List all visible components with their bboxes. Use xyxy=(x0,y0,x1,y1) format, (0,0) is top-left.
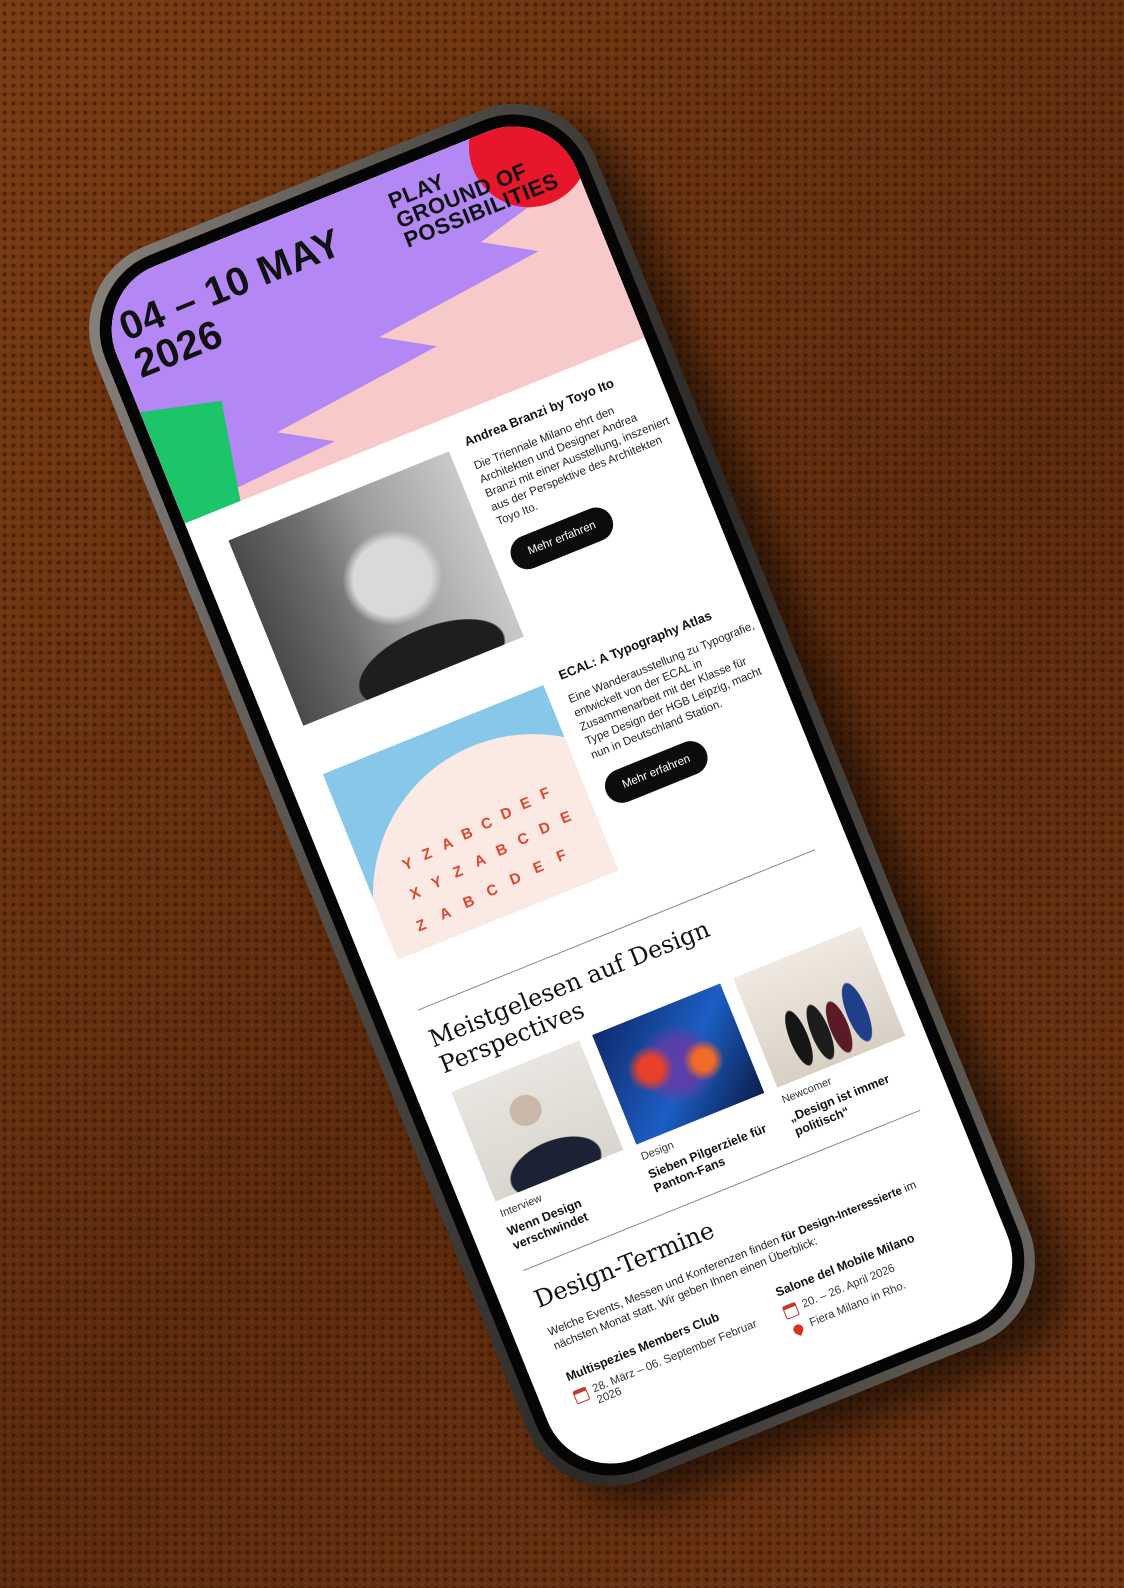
calendar-icon xyxy=(572,1386,591,1405)
calendar-icon xyxy=(781,1301,801,1320)
article-text: Die Triennale Milano ehrt den Architekte… xyxy=(472,404,672,528)
article-image-letter-sphere[interactable]: YZABCDEF XYZABCDE ZABCDEF xyxy=(322,684,619,960)
newsletter-screen: 04 – 10 MAY 2026 PLAY GROUND OF POSSIBIL… xyxy=(91,105,1033,1485)
letter-sphere-graphic: YZABCDEF XYZABCDE ZABCDEF xyxy=(373,734,619,960)
article-image-portrait[interactable] xyxy=(228,451,524,726)
article-text: Eine Wanderausstellung zu Typografie, en… xyxy=(566,620,764,762)
smartphone: 04 – 10 MAY 2026 PLAY GROUND OF POSSIBIL… xyxy=(62,77,1062,1513)
location-pin-icon xyxy=(791,1322,805,1336)
